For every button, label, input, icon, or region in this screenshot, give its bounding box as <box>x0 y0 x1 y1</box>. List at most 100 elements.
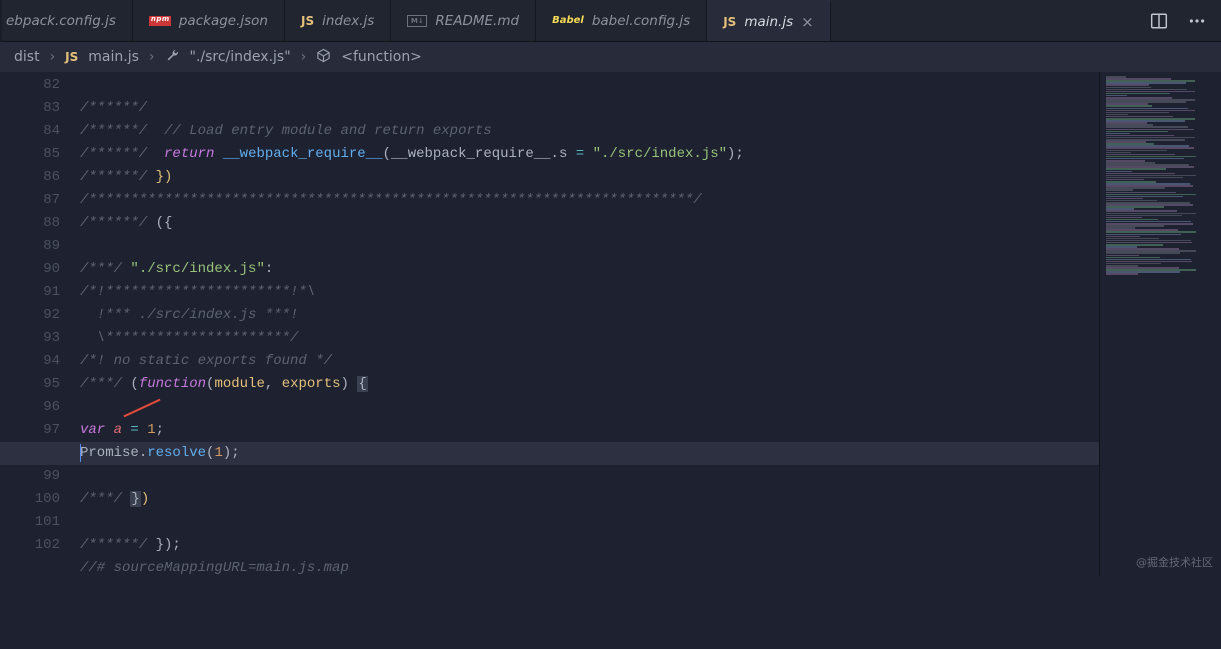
line-number: 99 <box>0 465 60 488</box>
code-token: 1 <box>147 422 155 438</box>
code-token: ( <box>122 376 139 392</box>
file-label: package.json <box>179 13 268 29</box>
babel-icon: Babel <box>552 15 584 26</box>
tab-main-js[interactable]: JS main.js × <box>707 0 831 41</box>
code-token: "./src/index.js" <box>122 261 265 277</box>
code-token: , <box>265 376 282 392</box>
code-token: ( <box>383 146 391 162</box>
code-token: } <box>130 491 140 507</box>
code-token: return <box>164 146 214 162</box>
tab-readme[interactable]: M↓ README.md <box>391 0 536 41</box>
tab-webpack-config[interactable]: ebpack.config.js <box>0 0 133 41</box>
file-label: index.js <box>322 13 374 29</box>
code-token: . <box>139 445 147 461</box>
file-label: README.md <box>435 13 519 29</box>
code-token: : <box>265 261 273 277</box>
wrench-icon <box>165 48 180 67</box>
code-token: { <box>357 376 367 392</box>
breadcrumb[interactable]: dist › JS main.js › "./src/index.js" › <… <box>0 42 1221 72</box>
markdown-icon: M↓ <box>407 15 427 27</box>
watermark: @掘金技术社区 <box>1136 554 1213 570</box>
line-number: 93 <box>0 327 60 350</box>
code-token: module <box>214 376 264 392</box>
line-number: 86 <box>0 166 60 189</box>
code-token: Promise <box>80 445 139 461</box>
code-token: /******/ <box>80 100 147 116</box>
line-gutter[interactable]: 8283848586878889909192939495969798991001… <box>0 72 80 576</box>
file-label: main.js <box>744 14 793 30</box>
code-token: ) <box>141 491 149 507</box>
code-token: }); <box>147 537 181 553</box>
code-token: /***************************************… <box>80 192 702 208</box>
code-token: a <box>114 422 122 438</box>
code-token: ({ <box>156 215 173 231</box>
code-token: var <box>80 422 105 438</box>
tab-actions <box>1135 0 1221 41</box>
code-token: ); <box>727 146 744 162</box>
tab-overflow-fade <box>0 0 4 42</box>
line-number: 94 <box>0 350 60 373</box>
editor: 8283848586878889909192939495969798991001… <box>0 72 1221 576</box>
code-token: ; <box>156 422 164 438</box>
js-icon: JS <box>723 15 736 29</box>
line-number: 84 <box>0 120 60 143</box>
code-token: function <box>139 376 206 392</box>
code-token: /*!**********************!*\ <box>80 284 315 300</box>
npm-icon <box>149 16 171 26</box>
code-token: /***/ <box>80 376 122 392</box>
line-number: 95 <box>0 373 60 396</box>
line-number: 85 <box>0 143 60 166</box>
code-token: // Load entry module and return exports <box>164 123 492 139</box>
file-label: babel.config.js <box>592 13 690 29</box>
breadcrumb-symbol[interactable]: "./src/index.js" <box>190 49 291 65</box>
code-token: "./src/index.js" <box>584 146 727 162</box>
editor-tabs: ebpack.config.js package.json JS index.j… <box>0 0 1221 42</box>
close-icon[interactable]: × <box>801 13 814 31</box>
line-number: 96 <box>0 396 60 419</box>
code-token: /******/ <box>80 123 147 139</box>
line-number: 91 <box>0 281 60 304</box>
code-token: __webpack_require__ <box>391 146 551 162</box>
breadcrumb-function[interactable]: <function> <box>341 49 422 65</box>
line-number: 90 <box>0 258 60 281</box>
code-token: //# sourceMappingURL=main.js.map <box>80 560 349 576</box>
code-token: = <box>576 146 584 162</box>
cube-icon <box>316 48 331 67</box>
red-strike-annotation <box>123 399 160 418</box>
line-number: 102 <box>0 534 60 557</box>
tab-babel-config[interactable]: Babel babel.config.js <box>536 0 707 41</box>
js-icon: JS <box>301 14 314 28</box>
line-number: 88 <box>0 212 60 235</box>
line-number: 97 <box>0 419 60 442</box>
chevron-right-icon: › <box>301 49 307 65</box>
code-token: /******/ <box>80 169 147 185</box>
code-token: __webpack_require__ <box>223 146 383 162</box>
code-token: !*** ./src/index.js ***! <box>80 307 298 323</box>
code-token: .s <box>551 146 576 162</box>
code-token: /******/ <box>80 537 147 553</box>
minimap[interactable] <box>1099 72 1221 576</box>
code-area[interactable]: /******/ /******/ // Load entry module a… <box>80 72 1099 576</box>
line-number: 101 <box>0 511 60 534</box>
code-token: exports <box>282 376 341 392</box>
line-number: 92 <box>0 304 60 327</box>
line-number: 89 <box>0 235 60 258</box>
split-editor-icon[interactable] <box>1149 11 1169 31</box>
tab-package-json[interactable]: package.json <box>133 0 285 41</box>
code-token: resolve <box>147 445 206 461</box>
line-number: 82 <box>0 74 60 97</box>
more-actions-icon[interactable] <box>1187 11 1207 31</box>
code-token: }) <box>156 169 173 185</box>
chevron-right-icon: › <box>50 49 56 65</box>
code-token: /******/ <box>80 215 147 231</box>
code-token <box>105 422 113 438</box>
breadcrumb-folder[interactable]: dist <box>14 49 40 65</box>
line-number: 100 <box>0 488 60 511</box>
code-token: /***/ <box>80 491 122 507</box>
file-label: ebpack.config.js <box>6 13 116 29</box>
tab-index-js[interactable]: JS index.js <box>285 0 391 41</box>
code-token: ); <box>223 445 240 461</box>
breadcrumb-file[interactable]: main.js <box>88 49 139 65</box>
code-token: ) <box>341 376 358 392</box>
code-token: 1 <box>214 445 222 461</box>
